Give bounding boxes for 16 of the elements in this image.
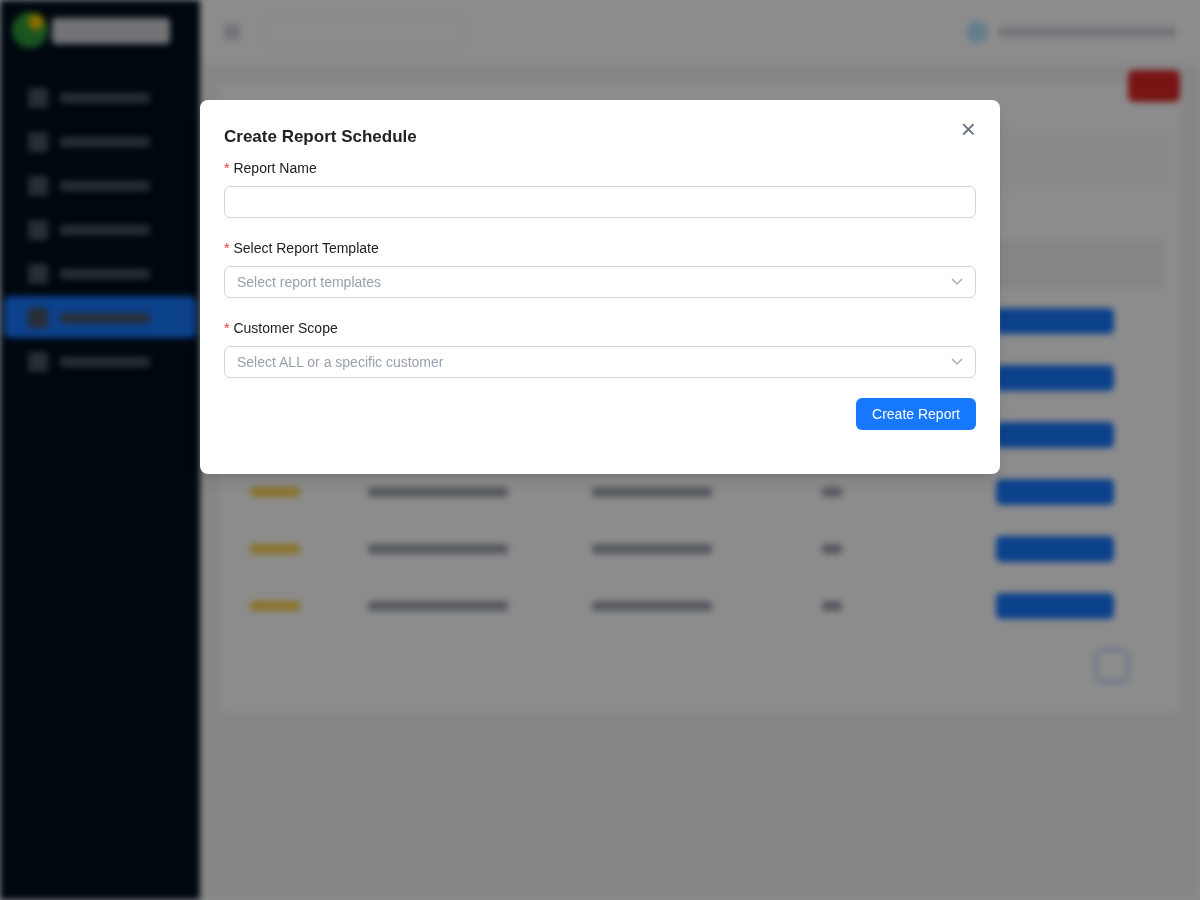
- required-mark: *: [224, 158, 230, 178]
- create-report-button[interactable]: Create Report: [856, 397, 976, 430]
- field-label: Report Name: [233, 158, 317, 178]
- select-field[interactable]: Select ALL or a specific customer: [224, 345, 976, 378]
- select-field[interactable]: Select report templates: [224, 265, 976, 298]
- select-placeholder: Select report templates: [237, 272, 381, 292]
- input-field[interactable]: [224, 185, 976, 218]
- required-mark: *: [224, 238, 230, 258]
- select-placeholder: Select ALL or a specific customer: [237, 352, 444, 372]
- close-button[interactable]: ×: [952, 116, 984, 142]
- dialog-title: Create Report Schedule: [224, 126, 417, 148]
- field-label: Select Report Template: [233, 238, 379, 258]
- required-mark: *: [224, 318, 230, 338]
- chevron-down-icon: [951, 277, 963, 286]
- chevron-down-icon: [951, 357, 963, 366]
- field-label: Customer Scope: [233, 318, 338, 338]
